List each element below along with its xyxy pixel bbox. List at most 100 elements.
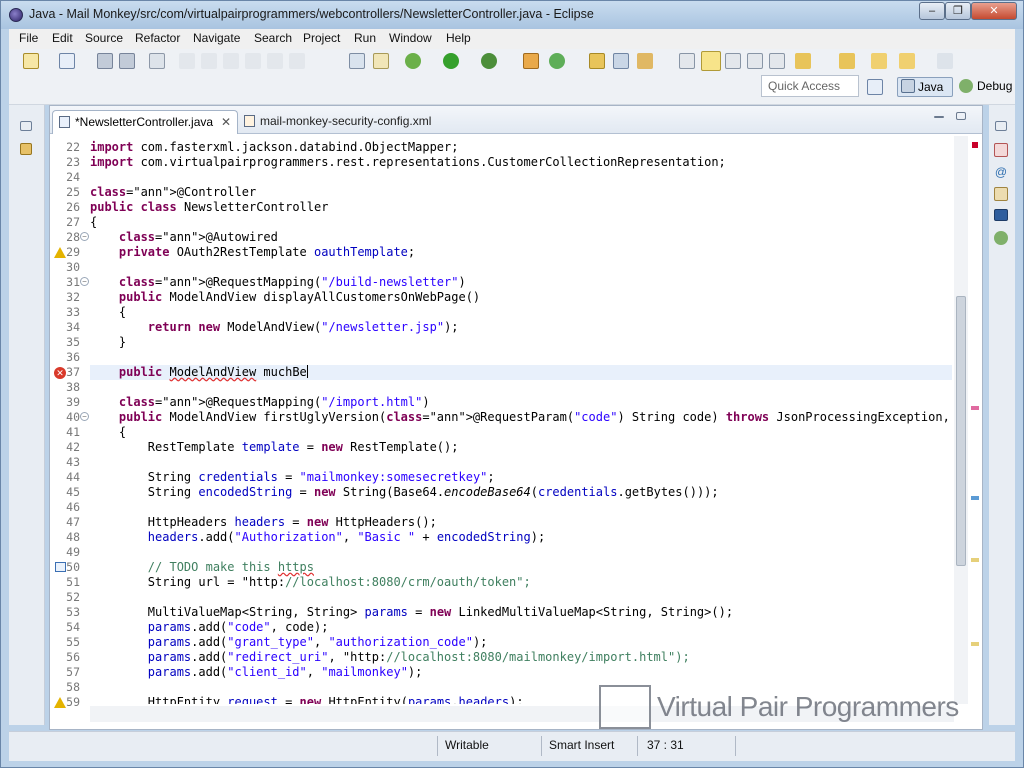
menu-run[interactable]: Run: [354, 31, 376, 45]
code-line[interactable]: class="ann">@RequestMapping("/import.htm…: [90, 395, 952, 410]
maximize-button[interactable]: ❐: [945, 2, 971, 20]
tab-close-icon[interactable]: ✕: [221, 111, 231, 133]
step-return-icon[interactable]: [289, 53, 305, 69]
outline-icon[interactable]: [994, 143, 1008, 157]
previous-annotation-icon[interactable]: [839, 53, 855, 69]
perspective-java-button[interactable]: Java: [897, 77, 953, 97]
build-icon[interactable]: [373, 53, 389, 69]
menu-search[interactable]: Search: [254, 31, 292, 45]
step-into-icon[interactable]: [245, 53, 261, 69]
code-line[interactable]: params.add("client_id", "mailmonkey");: [90, 665, 952, 680]
show-whitespace-icon[interactable]: [725, 53, 741, 69]
fold-toggle-icon[interactable]: −: [80, 232, 89, 241]
code-line[interactable]: class="ann">@RequestMapping("/build-news…: [90, 275, 952, 290]
code-line[interactable]: public ModelAndView muchBe: [90, 365, 952, 380]
code-line[interactable]: class="ann">@Autowired: [90, 230, 952, 245]
code-line[interactable]: [90, 170, 952, 185]
warning-marker[interactable]: [971, 642, 979, 646]
error-marker-icon[interactable]: ✕: [54, 367, 66, 379]
code-line[interactable]: params.add("redirect_uri", "http://local…: [90, 650, 952, 665]
code-line[interactable]: {: [90, 215, 952, 230]
code-line[interactable]: [90, 500, 952, 515]
debug-view-icon[interactable]: [994, 231, 1008, 245]
menu-window[interactable]: Window: [389, 31, 432, 45]
code-line[interactable]: public class NewsletterController: [90, 200, 952, 215]
save-all-icon[interactable]: [119, 53, 135, 69]
next-annotation-icon[interactable]: [795, 53, 811, 69]
resume-icon[interactable]: [179, 53, 195, 69]
terminate-icon[interactable]: [223, 53, 239, 69]
fold-toggle-icon[interactable]: −: [80, 412, 89, 421]
menu-file[interactable]: File: [19, 31, 38, 45]
tab-newsletter-controller[interactable]: *NewsletterController.java ✕: [52, 110, 238, 134]
toggle-mark-occurrences-icon[interactable]: [679, 53, 695, 69]
code-line[interactable]: return new ModelAndView("/newsletter.jsp…: [90, 320, 952, 335]
code-line[interactable]: RestTemplate template = new RestTemplate…: [90, 440, 952, 455]
code-area[interactable]: import com.fasterxml.jackson.databind.Ob…: [90, 136, 952, 704]
restore-right-icon[interactable]: [995, 121, 1007, 131]
code-line[interactable]: [90, 545, 952, 560]
code-line[interactable]: headers.add("Authorization", "Basic " + …: [90, 530, 952, 545]
menu-refactor[interactable]: Refactor: [135, 31, 180, 45]
code-line[interactable]: // TODO make this https: [90, 560, 952, 575]
console-icon[interactable]: [994, 209, 1008, 221]
error-summary-marker[interactable]: [972, 142, 978, 148]
code-line[interactable]: {: [90, 305, 952, 320]
code-line[interactable]: params.add("grant_type", "authorization_…: [90, 635, 952, 650]
fold-toggle-icon[interactable]: −: [80, 277, 89, 286]
search-icon[interactable]: [637, 53, 653, 69]
code-line[interactable]: public ModelAndView firstUglyVersion(cla…: [90, 410, 952, 425]
perspective-debug-button[interactable]: Debug: [957, 77, 1019, 97]
warning-marker-icon[interactable]: [54, 697, 66, 708]
menu-edit[interactable]: Edit: [52, 31, 73, 45]
open-perspective-icon[interactable]: [867, 79, 883, 95]
maximize-editor-icon[interactable]: [956, 112, 966, 120]
error-marker[interactable]: [971, 406, 979, 410]
menu-navigate[interactable]: Navigate: [193, 31, 240, 45]
vertical-scrollbar[interactable]: [954, 136, 968, 704]
forward-icon[interactable]: [937, 53, 953, 69]
code-line[interactable]: {: [90, 425, 952, 440]
code-line[interactable]: String credentials = "mailmonkey:somesec…: [90, 470, 952, 485]
code-line[interactable]: }: [90, 335, 952, 350]
last-edit-location-icon[interactable]: [871, 53, 887, 69]
code-line[interactable]: import com.virtualpairprogrammers.rest.r…: [90, 155, 952, 170]
declaration-icon[interactable]: [994, 187, 1008, 201]
code-line[interactable]: HttpHeaders headers = new HttpHeaders();: [90, 515, 952, 530]
new-class-icon[interactable]: [549, 53, 565, 69]
warning-marker[interactable]: [971, 558, 979, 562]
code-line[interactable]: import com.fasterxml.jackson.databind.Ob…: [90, 140, 952, 155]
task-marker-icon[interactable]: [55, 562, 66, 572]
code-line[interactable]: [90, 260, 952, 275]
minimize-editor-icon[interactable]: [934, 116, 944, 118]
code-line[interactable]: [90, 350, 952, 365]
minimize-button[interactable]: ‒: [919, 2, 945, 20]
menu-help[interactable]: Help: [446, 31, 471, 45]
package-explorer-icon[interactable]: [20, 143, 32, 155]
code-line[interactable]: [90, 380, 952, 395]
code-line[interactable]: [90, 590, 952, 605]
menu-project[interactable]: Project: [303, 31, 340, 45]
close-button[interactable]: ✕: [971, 2, 1017, 20]
tab-security-config[interactable]: mail-monkey-security-config.xml: [242, 110, 452, 134]
quick-access-input[interactable]: Quick Access: [761, 75, 859, 97]
overview-ruler[interactable]: [968, 136, 982, 704]
warning-marker-icon[interactable]: [54, 247, 66, 258]
toggle-highlight-icon[interactable]: [701, 51, 721, 71]
new-package-icon[interactable]: [59, 53, 75, 69]
suspend-icon[interactable]: [201, 53, 217, 69]
save-icon[interactable]: [97, 53, 113, 69]
open-task-icon[interactable]: [613, 53, 629, 69]
new-java-project-icon[interactable]: [523, 53, 539, 69]
run-external-tools-icon[interactable]: [481, 53, 497, 69]
restore-icon[interactable]: [20, 121, 32, 131]
code-line[interactable]: public ModelAndView displayAllCustomersO…: [90, 290, 952, 305]
show-source-icon[interactable]: [769, 53, 785, 69]
menu-source[interactable]: Source: [85, 31, 123, 45]
code-line[interactable]: [90, 455, 952, 470]
block-selection-icon[interactable]: [747, 53, 763, 69]
back-icon[interactable]: [899, 53, 915, 69]
new-icon[interactable]: [23, 53, 39, 69]
open-type-icon[interactable]: [589, 53, 605, 69]
task-marker[interactable]: [971, 496, 979, 500]
